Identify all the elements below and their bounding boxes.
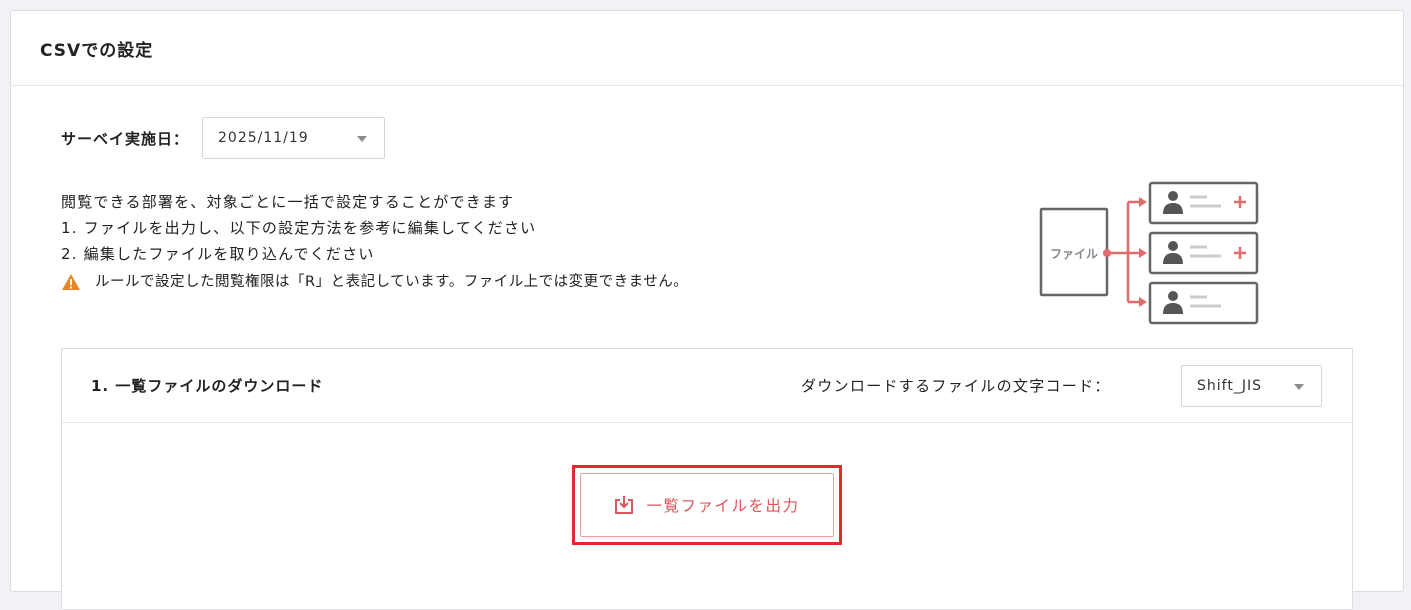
survey-date-label: サーベイ実施日：: [61, 129, 190, 148]
download-section-title: 1. 一覧ファイルのダウンロード: [91, 377, 324, 395]
encoding-label: ダウンロードするファイルの文字コード：: [801, 377, 1111, 395]
chevron-down-icon: [357, 136, 368, 142]
warning-text: ルールで設定した閲覧権限は「R」と表記しています。ファイル上では変更できません。: [95, 274, 689, 290]
csv-settings-card: CSVでの設定 サーベイ実施日： 2025/11/19 閲覧できる部署を、対象ご…: [10, 10, 1404, 610]
encoding-select[interactable]: Shift_JIS: [1181, 365, 1322, 407]
survey-date-value: 2025/11/19: [218, 130, 309, 146]
export-list-button[interactable]: 一覧ファイルを出力: [580, 473, 834, 537]
description: 閲覧できる部署を、対象ごとに一括で設定することができます 1. ファイルを出力し…: [61, 189, 688, 295]
chevron-down-icon: [1294, 384, 1304, 390]
export-button-label: 一覧ファイルを出力: [646, 497, 800, 515]
survey-date-row: サーベイ実施日： 2025/11/19: [61, 117, 386, 159]
description-step-2: 2. 編集したファイルを取り込んでください: [61, 245, 375, 263]
download-icon: [615, 496, 634, 514]
file-illustration: ファイル: [1039, 181, 1259, 325]
description-step-1: 1. ファイルを出力し、以下の設定方法を参考に編集してください: [61, 219, 537, 237]
encoding-value: Shift_JIS: [1197, 378, 1262, 394]
file-label: ファイル: [1050, 247, 1098, 261]
description-line: 閲覧できる部署を、対象ごとに一括で設定することができます: [61, 193, 515, 211]
warning-icon: [62, 274, 80, 290]
download-section-header: 1. 一覧ファイルのダウンロード ダウンロードするファイルの文字コード： Shi…: [62, 349, 1352, 423]
download-section: 1. 一覧ファイルのダウンロード ダウンロードするファイルの文字コード： Shi…: [61, 348, 1353, 610]
survey-date-select[interactable]: 2025/11/19: [202, 117, 386, 159]
warning-row: ルールで設定した閲覧権限は「R」と表記しています。ファイル上では変更できません。: [61, 269, 688, 295]
card-title: CSVでの設定: [11, 11, 1403, 86]
export-button-highlight: 一覧ファイルを出力: [572, 465, 842, 545]
